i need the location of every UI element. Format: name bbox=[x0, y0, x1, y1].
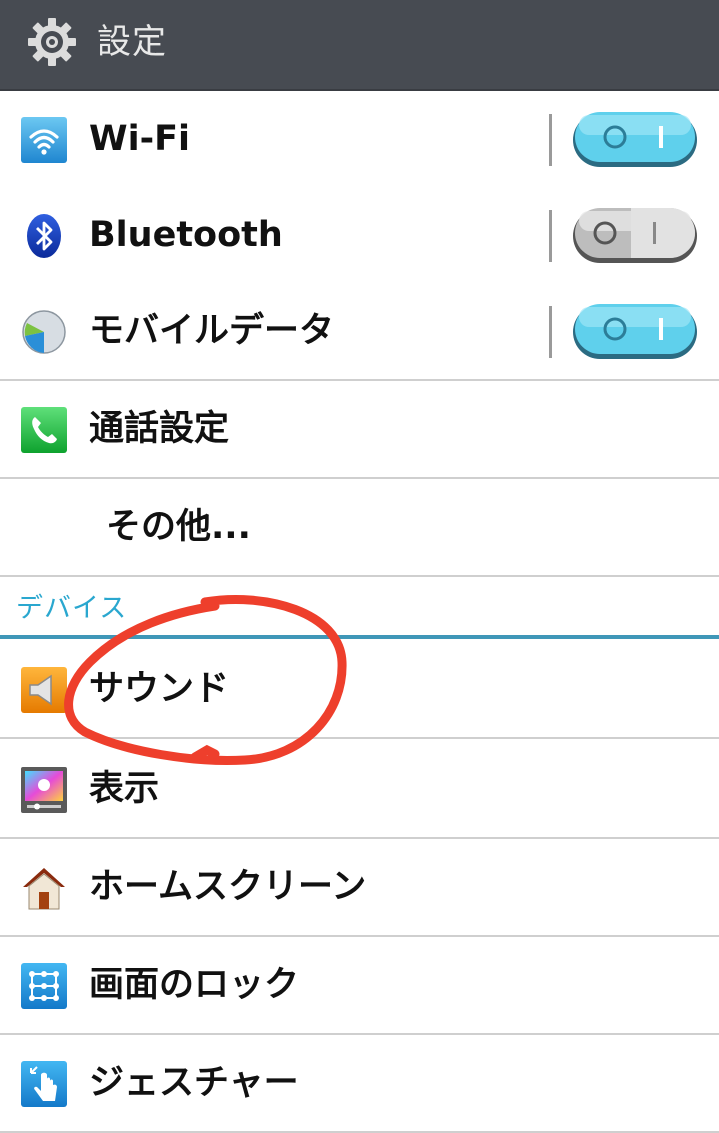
home-icon bbox=[23, 868, 65, 910]
divider bbox=[549, 306, 552, 358]
home-screen-row[interactable]: ホームスクリーン bbox=[0, 839, 719, 937]
bluetooth-label: Bluetooth bbox=[89, 215, 283, 255]
page-title: 設定 bbox=[97, 22, 167, 62]
gesture-icon bbox=[21, 1061, 67, 1107]
speaker-icon bbox=[21, 667, 67, 713]
divider bbox=[549, 114, 552, 166]
more-settings-row[interactable]: その他... bbox=[0, 479, 719, 577]
settings-gear-icon bbox=[28, 18, 76, 66]
gesture-row[interactable]: ジェスチャー bbox=[0, 1035, 719, 1133]
wifi-icon bbox=[21, 117, 67, 163]
mobile-data-label: モバイルデータ bbox=[89, 311, 335, 351]
section-divider bbox=[0, 635, 719, 639]
mobile-data-toggle[interactable] bbox=[571, 301, 699, 361]
home-screen-label: ホームスクリーン bbox=[89, 867, 367, 907]
display-icon bbox=[21, 767, 67, 813]
divider bbox=[549, 210, 552, 262]
mobile-data-row[interactable]: モバイルデータ bbox=[0, 283, 719, 381]
sound-label: サウンド bbox=[89, 669, 230, 709]
more-settings-label: その他... bbox=[106, 507, 251, 547]
bluetooth-toggle[interactable] bbox=[571, 205, 699, 265]
section-header-device: デバイス bbox=[16, 593, 128, 624]
bluetooth-row[interactable]: Bluetooth bbox=[0, 187, 719, 285]
action-bar: 設定 bbox=[0, 0, 719, 91]
call-settings-label: 通話設定 bbox=[89, 409, 230, 449]
call-settings-row[interactable]: 通話設定 bbox=[0, 381, 719, 479]
wifi-label: Wi-Fi bbox=[89, 119, 191, 159]
bluetooth-icon bbox=[27, 214, 61, 258]
gesture-label: ジェスチャー bbox=[89, 1063, 299, 1103]
phone-icon bbox=[21, 407, 67, 453]
lock-screen-label: 画面のロック bbox=[89, 965, 300, 1005]
lock-screen-row[interactable]: 画面のロック bbox=[0, 937, 719, 1035]
display-row[interactable]: 表示 bbox=[0, 741, 719, 839]
wifi-row[interactable]: Wi-Fi bbox=[0, 91, 719, 189]
wifi-toggle[interactable] bbox=[571, 109, 699, 169]
display-label: 表示 bbox=[89, 769, 160, 809]
mobile-data-icon bbox=[22, 310, 66, 354]
lock-pattern-icon bbox=[21, 963, 67, 1009]
sound-row[interactable]: サウンド bbox=[0, 641, 719, 739]
